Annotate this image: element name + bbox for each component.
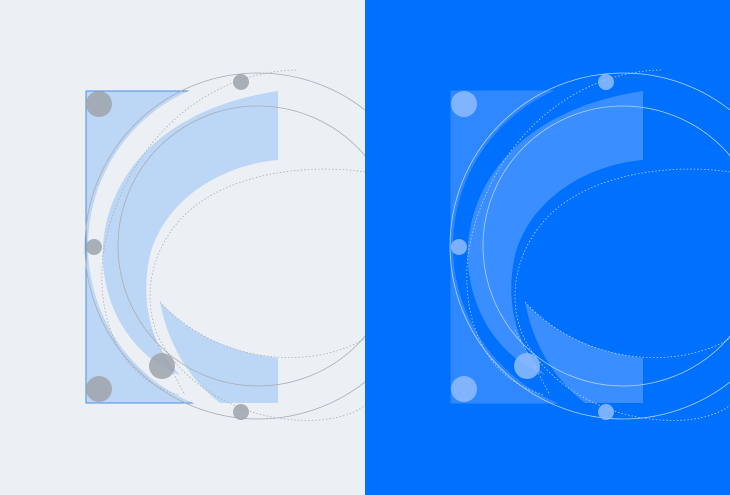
dark-node-top-left: [451, 91, 477, 117]
light-node-top-left: [86, 91, 112, 117]
light-panel: [0, 0, 365, 495]
light-node-bottom-left: [86, 376, 112, 402]
light-construction-diagram: [0, 0, 365, 495]
dark-panel: [365, 0, 730, 495]
light-node-top: [233, 74, 249, 90]
light-node-center: [149, 353, 175, 379]
logo-construction-canvas: [0, 0, 730, 495]
light-node-bottom: [233, 404, 249, 420]
dark-node-top: [598, 74, 614, 90]
dark-node-bottom-left: [451, 376, 477, 402]
dark-construction-diagram: [365, 0, 730, 495]
dark-node-center: [514, 353, 540, 379]
dark-node-bottom: [598, 404, 614, 420]
dark-node-left: [451, 239, 467, 255]
light-node-left: [86, 239, 102, 255]
